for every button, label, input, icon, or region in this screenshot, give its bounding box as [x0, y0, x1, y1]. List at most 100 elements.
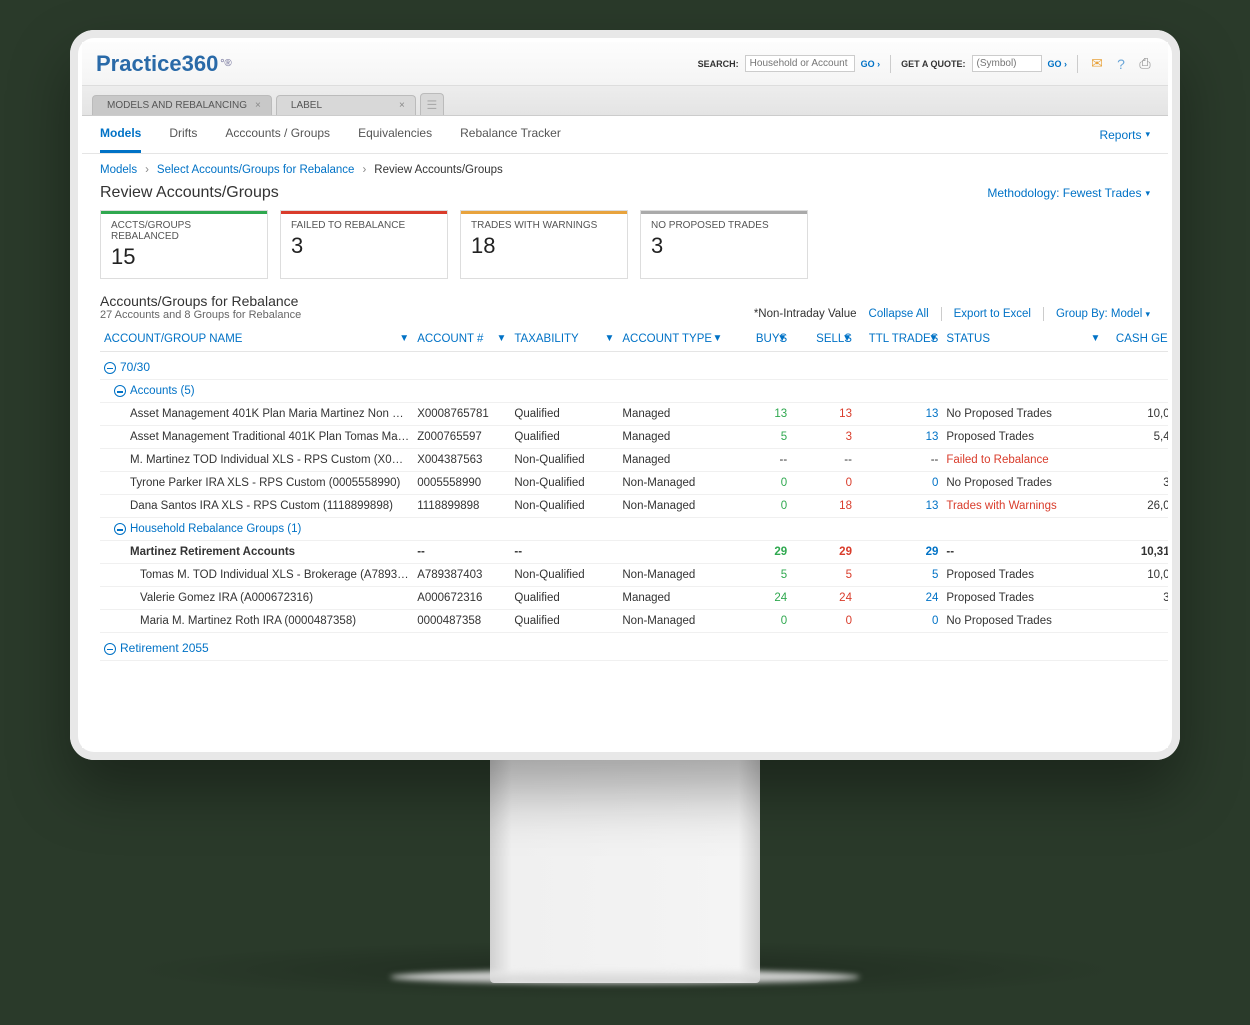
- section-title: Accounts/Groups for Rebalance: [100, 293, 301, 309]
- card-color-bar: [461, 211, 627, 214]
- section-actions: *Non-Intraday Value Collapse All Export …: [754, 307, 1150, 321]
- model-group-row[interactable]: Retirement 2055: [100, 633, 1168, 661]
- rebalance-table: ACCOUNT/GROUP NAME▼ACCOUNT #▼TAXABILITY▼…: [100, 327, 1168, 661]
- card-label: NO PROPOSED TRADES: [651, 220, 797, 231]
- nav-item[interactable]: Equivalencies: [358, 116, 432, 153]
- summary-card[interactable]: NO PROPOSED TRADES 3: [640, 210, 808, 279]
- card-label: FAILED TO REBALANCE: [291, 220, 437, 231]
- topbar-right: SEARCH: GO › GET A QUOTE: GO › ✉ ? ⎙: [698, 55, 1154, 73]
- table-row[interactable]: M. Martinez TOD Individual XLS - RPS Cus…: [100, 449, 1168, 472]
- reports-link[interactable]: Reports ▾: [1099, 128, 1150, 142]
- quote-go-button[interactable]: GO ›: [1048, 59, 1068, 69]
- column-label: CASH GEN: [1116, 333, 1168, 345]
- reports-label: Reports: [1099, 128, 1141, 142]
- breadcrumb-sep-icon: ›: [362, 164, 366, 176]
- filter-icon[interactable]: ▼: [1166, 333, 1168, 344]
- column-header[interactable]: CASH GEN▼: [1104, 327, 1168, 352]
- nav-item[interactable]: Rebalance Tracker: [460, 116, 561, 153]
- search-input[interactable]: [745, 55, 855, 72]
- collapse-all-link[interactable]: Collapse All: [869, 308, 929, 320]
- export-excel-link[interactable]: Export to Excel: [954, 308, 1031, 320]
- filter-icon[interactable]: ▼: [604, 333, 614, 344]
- collapse-icon[interactable]: [114, 385, 126, 397]
- chevron-down-icon: ▾: [1145, 188, 1150, 199]
- brand-text: Practice360: [96, 51, 218, 77]
- filter-icon[interactable]: ▼: [399, 333, 409, 344]
- card-color-bar: [281, 211, 447, 214]
- app-tab[interactable]: MODELS AND REBALANCING ×: [92, 95, 272, 115]
- app-tab-label: LABEL: [291, 100, 322, 111]
- breadcrumb: Models › Select Accounts/Groups for Reba…: [82, 154, 1168, 182]
- column-label: ACCOUNT TYPE: [622, 333, 712, 345]
- close-icon[interactable]: ×: [399, 100, 405, 111]
- help-icon[interactable]: ?: [1112, 55, 1130, 73]
- methodology-label: Methodology: Fewest Trades: [987, 186, 1141, 200]
- table-row[interactable]: Maria M. Martinez Roth IRA (0000487358)0…: [100, 610, 1168, 633]
- search-go-button[interactable]: GO ›: [861, 59, 881, 69]
- filter-icon[interactable]: ▼: [928, 333, 938, 344]
- column-header[interactable]: ACCOUNT/GROUP NAME▼: [100, 327, 413, 352]
- app-tab[interactable]: LABEL ×: [276, 95, 416, 115]
- breadcrumb-item[interactable]: Models: [100, 164, 137, 176]
- column-label: ACCOUNT #: [417, 333, 483, 345]
- column-header[interactable]: BUYS▼: [726, 327, 791, 352]
- summary-card[interactable]: FAILED TO REBALANCE3: [280, 210, 448, 279]
- groupby-selector[interactable]: Group By: Model ▾: [1056, 308, 1150, 320]
- app-tabstrip: MODELS AND REBALANCING × LABEL × ☰: [82, 86, 1168, 116]
- filter-icon[interactable]: ▼: [712, 333, 722, 344]
- column-header[interactable]: TAXABILITY▼: [510, 327, 618, 352]
- table-row[interactable]: Asset Management 401K Plan Maria Martine…: [100, 403, 1168, 426]
- monitor-stand-neck: [490, 758, 760, 983]
- collapse-icon[interactable]: [104, 643, 116, 655]
- group-summary-row[interactable]: Martinez Retirement Accounts----292929--…: [100, 541, 1168, 564]
- subgroup-row[interactable]: Household Rebalance Groups (1): [100, 518, 1168, 541]
- collapse-icon[interactable]: [104, 362, 116, 374]
- section-subtitle: 27 Accounts and 8 Groups for Rebalance: [100, 309, 301, 321]
- quote-label: GET A QUOTE:: [901, 59, 965, 69]
- column-header[interactable]: STATUS ▼: [942, 327, 1104, 352]
- filter-icon[interactable]: ▼: [842, 333, 852, 344]
- model-group-row[interactable]: 70/30: [100, 352, 1168, 380]
- divider: [1077, 55, 1078, 73]
- intraday-note: *Non-Intraday Value: [754, 308, 857, 320]
- table-row[interactable]: Tyrone Parker IRA XLS - RPS Custom (0005…: [100, 472, 1168, 495]
- collapse-icon[interactable]: [114, 523, 126, 535]
- column-header[interactable]: ACCOUNT # ▼: [413, 327, 510, 352]
- page-title: Review Accounts/Groups: [100, 184, 279, 202]
- nav-item[interactable]: Models: [100, 116, 141, 153]
- summary-card[interactable]: TRADES WITH WARNINGS18: [460, 210, 628, 279]
- nav-item[interactable]: Drifts: [169, 116, 197, 153]
- breadcrumb-item[interactable]: Select Accounts/Groups for Rebalance: [157, 164, 355, 176]
- table-row[interactable]: Valerie Gomez IRA (A000672316)A000672316…: [100, 587, 1168, 610]
- print-icon[interactable]: ⎙: [1136, 55, 1154, 73]
- close-icon[interactable]: ×: [255, 100, 261, 111]
- methodology-selector[interactable]: Methodology: Fewest Trades ▾: [987, 186, 1150, 200]
- chat-icon[interactable]: ✉: [1088, 55, 1106, 73]
- divider: [890, 55, 891, 73]
- table-row[interactable]: Dana Santos IRA XLS - RPS Custom (111889…: [100, 495, 1168, 518]
- table-row[interactable]: Asset Management Traditional 401K Plan T…: [100, 426, 1168, 449]
- summary-cards: ACCTS/GROUPS REBALANCED15FAILED TO REBAL…: [82, 210, 1168, 289]
- subgroup-row[interactable]: Accounts (5): [100, 380, 1168, 403]
- card-label: ACCTS/GROUPS REBALANCED: [111, 220, 257, 242]
- column-header[interactable]: ACCOUNT TYPE▼: [618, 327, 726, 352]
- filter-icon[interactable]: ▼: [777, 333, 787, 344]
- monitor-frame: Practice360 °® SEARCH: GO › GET A QUOTE:…: [70, 30, 1180, 760]
- quote-input[interactable]: [972, 55, 1042, 72]
- summary-card[interactable]: ACCTS/GROUPS REBALANCED15: [100, 210, 268, 279]
- divider: [941, 307, 942, 321]
- card-value: 3: [651, 233, 797, 259]
- filter-icon[interactable]: ▼: [1090, 333, 1100, 344]
- nav-item[interactable]: Acccounts / Groups: [225, 116, 330, 153]
- search-label: SEARCH:: [698, 59, 739, 69]
- filter-icon[interactable]: ▼: [496, 333, 506, 344]
- app-tab-label: MODELS AND REBALANCING: [107, 100, 247, 111]
- table-row[interactable]: Tomas M. TOD Individual XLS - Brokerage …: [100, 564, 1168, 587]
- topbar: Practice360 °® SEARCH: GO › GET A QUOTE:…: [82, 42, 1168, 86]
- page-header-row: Review Accounts/Groups Methodology: Fewe…: [82, 182, 1168, 210]
- column-header[interactable]: SELLS▼: [791, 327, 856, 352]
- new-tab-button[interactable]: ☰: [420, 93, 444, 115]
- column-header[interactable]: TTL TRADES▼: [856, 327, 942, 352]
- column-label: STATUS: [946, 333, 990, 345]
- card-color-bar: [641, 211, 807, 214]
